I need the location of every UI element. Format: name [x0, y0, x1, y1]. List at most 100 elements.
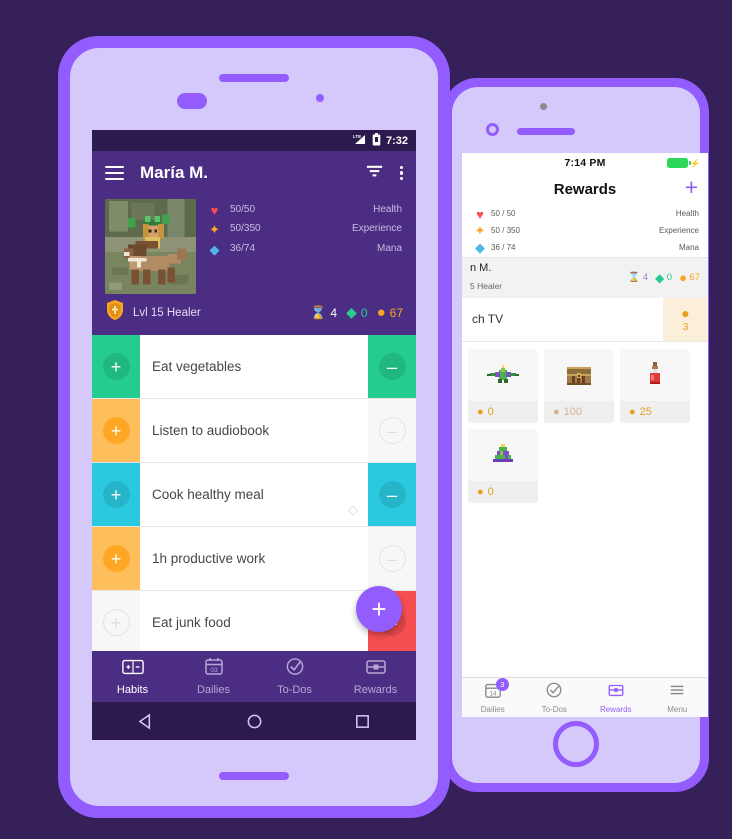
habit-plus-button[interactable]: +	[92, 527, 140, 590]
reward-card[interactable]: ● 0	[468, 428, 538, 503]
iphone-speaker-grille	[517, 128, 575, 135]
gold-coin-icon: ●	[629, 405, 636, 418]
reward-price-value: 0	[487, 485, 494, 498]
ios-stats-panel: ♥ 50 / 50 Health ✦ 50 / 350 Experience ◆…	[462, 205, 708, 257]
reward-card[interactable]: ● 25	[620, 348, 690, 423]
table-row[interactable]: + Listen to audiobook –	[92, 399, 416, 463]
android-status-bar: LTE 7:32	[92, 130, 416, 151]
reward-card[interactable]: ● 0	[468, 348, 538, 423]
screenshot-stage: 7:14 PM ⚡ Rewards + ♥ 50 / 50 Health ✦ 5…	[0, 0, 732, 839]
habit-title: Listen to audiobook	[152, 423, 270, 438]
gem-icon-group: ◆ 0	[655, 271, 672, 285]
ios-status-bar: 7:14 PM ⚡	[462, 153, 708, 173]
habit-plus-button[interactable]: +	[92, 399, 140, 462]
ios-stat-mana: ◆ 36 / 74 Mana	[470, 240, 700, 256]
ios-reward-title: ch TV	[472, 312, 504, 327]
back-triangle-icon[interactable]	[138, 712, 155, 730]
ios-user-level: 5 Healer	[470, 280, 503, 291]
heart-icon: ♥	[476, 207, 484, 222]
heart-icon: ♥	[210, 203, 219, 218]
tab-label: Rewards	[353, 684, 398, 696]
reward-price: ● 0	[468, 480, 538, 503]
recents-square-icon[interactable]	[354, 713, 371, 730]
hourglass-value: 4	[330, 305, 338, 320]
todos-check-icon	[545, 681, 563, 704]
mana-label: Mana	[376, 243, 402, 254]
gold-coin-icon: ●	[681, 305, 690, 322]
android-profile-header: ♥ 50/50 Health ✦ 50/350 Experience ◆ 36/…	[92, 195, 416, 294]
gem-group: ◆ 0	[346, 304, 367, 321]
tab-todos[interactable]: To-Dos	[254, 657, 335, 696]
table-row[interactable]: + Eat vegetables –	[92, 335, 416, 399]
hat-icon	[468, 429, 538, 481]
habit-minus-button[interactable]: –	[368, 463, 416, 526]
habit-plus-button[interactable]: +	[92, 335, 140, 398]
home-button-icon[interactable]	[553, 721, 599, 767]
add-task-fab-icon[interactable]: +	[356, 586, 402, 632]
android-body: LTE 7:32 María M. ♥ 50/50 Health ✦ 50/35…	[70, 48, 438, 806]
tab-label: Dailies	[480, 705, 505, 714]
health-value: 50/50	[230, 204, 256, 215]
battery-charging-icon: ⚡	[667, 158, 700, 168]
habit-plus-button[interactable]: +	[92, 463, 140, 526]
ios-reward-cost-value: 3	[682, 322, 689, 334]
ios-user-row[interactable]: n M. 5 Healer ⌛ 4 ◆ 0 ● 67	[462, 257, 708, 298]
android-stats-panel: ♥ 50/50 Health ✦ 50/350 Experience ◆ 36/…	[207, 199, 403, 294]
habit-minus-button[interactable]: –	[368, 335, 416, 398]
rewards-chest-icon	[607, 681, 625, 704]
iphone-device: 7:14 PM ⚡ Rewards + ♥ 50 / 50 Health ✦ 5…	[443, 78, 709, 792]
signal-icon: LTE	[353, 133, 367, 148]
table-row[interactable]: + Cook healthy meal ◇ –	[92, 463, 416, 527]
hamburger-icon[interactable]	[105, 166, 124, 180]
tab-dailies[interactable]: 03 Dailies	[173, 657, 254, 696]
gold-group: ● 67	[377, 304, 403, 321]
android-user-row[interactable]: Lvl 15 Healer ⌛ 4 ◆ 0 ● 67	[92, 294, 416, 335]
ios-stat-experience: ✦ 50 / 350 Experience	[470, 223, 700, 239]
tab-dailies[interactable]: 3 14 Dailies	[462, 678, 524, 714]
tag-icon: ◇	[348, 502, 358, 517]
tab-menu[interactable]: Menu	[647, 681, 709, 714]
svg-text:03: 03	[210, 667, 218, 674]
avatar[interactable]	[105, 199, 196, 294]
reward-price: ● 100	[544, 400, 614, 423]
chest-icon	[544, 349, 614, 401]
reward-price: ● 25	[620, 400, 690, 423]
diamond-icon: ◆	[475, 240, 485, 255]
health-label: Health	[373, 204, 402, 215]
tab-todos[interactable]: To-Dos	[524, 681, 586, 714]
reward-price-value: 25	[639, 405, 652, 418]
tab-rewards[interactable]: Rewards	[335, 657, 416, 696]
filter-icon[interactable]	[365, 163, 384, 184]
ios-page-title: Rewards	[553, 180, 617, 198]
table-row[interactable]: + 1h productive work –	[92, 527, 416, 591]
tab-habits[interactable]: Habits	[92, 658, 173, 696]
overflow-menu-icon[interactable]	[399, 165, 403, 181]
dailies-calendar-icon: 03	[204, 657, 224, 681]
android-app-bar: María M.	[92, 151, 416, 195]
tab-label: Habits	[116, 683, 149, 696]
menu-lines-icon	[668, 681, 686, 704]
stat-health: ♥ 50/50 Health	[207, 202, 403, 218]
gold-coin-icon: ●	[477, 485, 484, 498]
gold-coin-icon: ●	[553, 405, 560, 418]
tab-label: Dailies	[196, 684, 230, 696]
android-tab-bar: Habits 03 Dailies To-Dos Rewards	[92, 651, 416, 702]
shield-icon	[105, 299, 125, 326]
gem-value: 0	[666, 272, 673, 284]
tab-rewards[interactable]: Rewards	[585, 681, 647, 714]
reward-card[interactable]: ● 100	[544, 348, 614, 423]
tab-label: To-Dos	[541, 705, 567, 714]
home-circle-icon[interactable]	[246, 713, 263, 730]
ios-custom-reward-row[interactable]: ch TV ● 3	[462, 297, 708, 342]
ios-reward-cost[interactable]: ● 3	[663, 297, 708, 341]
star-icon: ✦	[209, 222, 220, 237]
android-camera-icon	[316, 94, 324, 102]
android-screen: LTE 7:32 María M. ♥ 50/50 Health ✦ 50/35…	[92, 130, 416, 740]
gold-value: 67	[389, 305, 403, 320]
health-label: Health	[675, 209, 699, 218]
habit-title: 1h productive work	[152, 551, 266, 566]
diamond-icon: ◆	[209, 242, 220, 257]
add-reward-icon[interactable]: +	[685, 176, 698, 199]
habit-title: Eat vegetables	[152, 359, 242, 374]
iphone-screen: 7:14 PM ⚡ Rewards + ♥ 50 / 50 Health ✦ 5…	[462, 153, 708, 717]
